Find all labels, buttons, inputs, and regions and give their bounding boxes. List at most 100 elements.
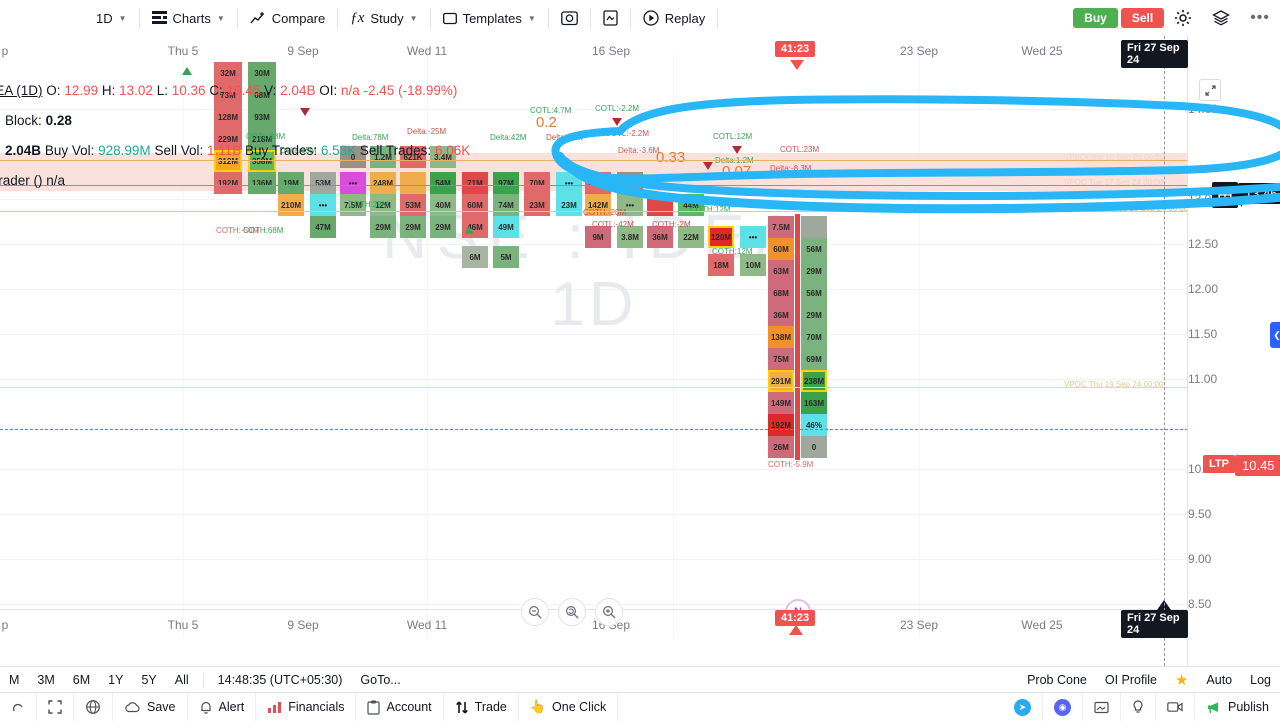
- zoom-out-button[interactable]: [521, 598, 549, 626]
- footprint-cell[interactable]: 479K: [585, 172, 611, 194]
- footprint-cell[interactable]: 7.5M: [768, 216, 794, 238]
- replay-time-badge[interactable]: 41:23: [775, 41, 816, 57]
- study-button[interactable]: ƒx Study ▼: [340, 0, 427, 36]
- auto-scale-button[interactable]: Auto: [1197, 673, 1241, 687]
- prob-cone-button[interactable]: Prob Cone: [1018, 673, 1096, 687]
- footprint-cell[interactable]: 0: [801, 436, 827, 458]
- footprint-cell[interactable]: 70M: [801, 326, 827, 348]
- footprint-cell[interactable]: 22M: [678, 226, 704, 248]
- footprint-cell[interactable]: 63M: [768, 260, 794, 282]
- footprint-cell[interactable]: 29M: [801, 304, 827, 326]
- footprint-cell[interactable]: 10M: [740, 254, 766, 276]
- chart-canvas[interactable]: NSE : IDEA 1D VPBOCthe 10 Sep 24 00:00 V…: [0, 36, 1280, 666]
- charts-button[interactable]: Charts ▼: [142, 0, 235, 36]
- discord-button[interactable]: ◉: [1043, 693, 1083, 721]
- footprint-cell[interactable]: 23M: [524, 194, 550, 216]
- footprint-cell-dots[interactable]: •••: [310, 194, 336, 216]
- footprint-cell[interactable]: 29M: [430, 216, 456, 238]
- chart-type-button[interactable]: [0, 693, 37, 721]
- footprint-cell[interactable]: 138M: [768, 326, 794, 348]
- star-icon[interactable]: ★: [1166, 671, 1197, 689]
- reset-zoom-button[interactable]: [558, 598, 586, 626]
- one-click-button[interactable]: 👆 One Click: [519, 693, 619, 721]
- range-6m[interactable]: 6M: [64, 673, 99, 687]
- compare-button[interactable]: Compare: [240, 0, 335, 36]
- footprint-cell[interactable]: 75M: [768, 348, 794, 370]
- footprint-cell[interactable]: 5M: [493, 246, 519, 268]
- trade-button[interactable]: Trade: [444, 693, 519, 721]
- financials-button[interactable]: Financials: [256, 693, 357, 721]
- footprint-cell[interactable]: 36M: [647, 226, 673, 248]
- buy-button[interactable]: Buy: [1073, 8, 1118, 28]
- range-1y[interactable]: 1Y: [99, 673, 132, 687]
- maximize-pane-button[interactable]: [1199, 79, 1221, 101]
- footprint-cell-cyan[interactable]: 46%: [801, 414, 827, 436]
- footprint-cell[interactable]: 56M: [801, 282, 827, 304]
- settings-button[interactable]: [1164, 0, 1202, 36]
- legend-symbol[interactable]: SE:IDEA (1D): [0, 83, 43, 98]
- footprint-cell[interactable]: 70M: [524, 172, 550, 194]
- more-options-button[interactable]: •••: [1240, 0, 1280, 36]
- footprint-cell[interactable]: 53M: [400, 194, 426, 216]
- price-axis[interactable]: 14.00 13.00 12.50 12.00 11.50 11.00 10.0…: [1187, 36, 1280, 666]
- globe-button[interactable]: [74, 693, 113, 721]
- footprint-cell[interactable]: 6M: [462, 246, 488, 268]
- footprint-cell[interactable]: 238M: [801, 370, 827, 392]
- footprint-cell[interactable]: 192M: [768, 414, 794, 436]
- footprint-cell[interactable]: 29M: [370, 216, 396, 238]
- camera-button[interactable]: [551, 0, 588, 36]
- log-scale-button[interactable]: Log: [1241, 673, 1280, 687]
- range-5y[interactable]: 5Y: [132, 673, 165, 687]
- footprint-cell[interactable]: 40M: [430, 194, 456, 216]
- price-scale-handle[interactable]: ❮: [1270, 322, 1280, 348]
- footprint-cell[interactable]: 68M: [768, 282, 794, 304]
- footprint-cell[interactable]: 291M: [768, 370, 794, 392]
- footprint-cell[interactable]: 56M: [801, 238, 827, 260]
- account-button[interactable]: Account: [356, 693, 444, 721]
- screenshot-button[interactable]: [1083, 693, 1121, 721]
- goto-button[interactable]: GoTo...: [351, 673, 409, 687]
- oi-profile-button[interactable]: OI Profile: [1096, 673, 1166, 687]
- footprint-cell[interactable]: 60M: [768, 238, 794, 260]
- interval-selector[interactable]: 1D ▼: [86, 0, 137, 36]
- save-button[interactable]: Save: [113, 693, 188, 721]
- footprint-cell-dots[interactable]: •••: [740, 226, 766, 248]
- footprint-cell[interactable]: 0: [617, 172, 643, 194]
- publish-button[interactable]: Publish: [1195, 693, 1280, 721]
- footprint-cell[interactable]: 97M: [493, 172, 519, 194]
- footprint-cell[interactable]: 210M: [278, 194, 304, 216]
- footprint-cell[interactable]: 3.8M: [617, 226, 643, 248]
- footprint-cell[interactable]: 26M: [768, 436, 794, 458]
- templates-button[interactable]: Templates ▼: [433, 0, 546, 36]
- telegram-button[interactable]: ➤: [1003, 693, 1043, 721]
- replay-time-badge-bottom[interactable]: 41:23: [775, 610, 816, 626]
- video-button[interactable]: [1156, 693, 1195, 721]
- footprint-cell[interactable]: 9M: [585, 226, 611, 248]
- range-1m[interactable]: M: [0, 673, 28, 687]
- range-3m[interactable]: 3M: [28, 673, 63, 687]
- zoom-in-button[interactable]: [595, 598, 623, 626]
- alert-button[interactable]: Alert: [188, 693, 257, 721]
- export-image-button[interactable]: [593, 0, 628, 36]
- footprint-cell[interactable]: 18M: [708, 254, 734, 276]
- footprint-cell[interactable]: 23M: [556, 194, 582, 216]
- footprint-cell[interactable]: 149M: [768, 392, 794, 414]
- footprint-cell[interactable]: 29M: [400, 216, 426, 238]
- footprint-cell[interactable]: 29M: [801, 260, 827, 282]
- layers-button[interactable]: [1202, 0, 1240, 36]
- footprint-cell[interactable]: 69M: [801, 348, 827, 370]
- replay-button[interactable]: Replay: [633, 0, 715, 36]
- sell-button[interactable]: Sell: [1120, 8, 1165, 28]
- footprint-cell-alt[interactable]: [801, 216, 827, 238]
- idea-button[interactable]: [1121, 693, 1156, 721]
- footprint-cell[interactable]: 36M: [768, 304, 794, 326]
- footprint-cell[interactable]: 163M: [801, 392, 827, 414]
- range-all[interactable]: All: [166, 673, 198, 687]
- footprint-cell-cyan[interactable]: 49M: [493, 216, 519, 238]
- footprint-cell-dots[interactable]: •••: [556, 172, 582, 194]
- footprint-cell[interactable]: 74M: [493, 194, 519, 216]
- footprint-cell[interactable]: 47M: [310, 216, 336, 238]
- footprint-cell[interactable]: 60M: [462, 194, 488, 216]
- footprint-cell[interactable]: 120M: [708, 226, 734, 248]
- footprint-cell-alt[interactable]: [647, 194, 673, 216]
